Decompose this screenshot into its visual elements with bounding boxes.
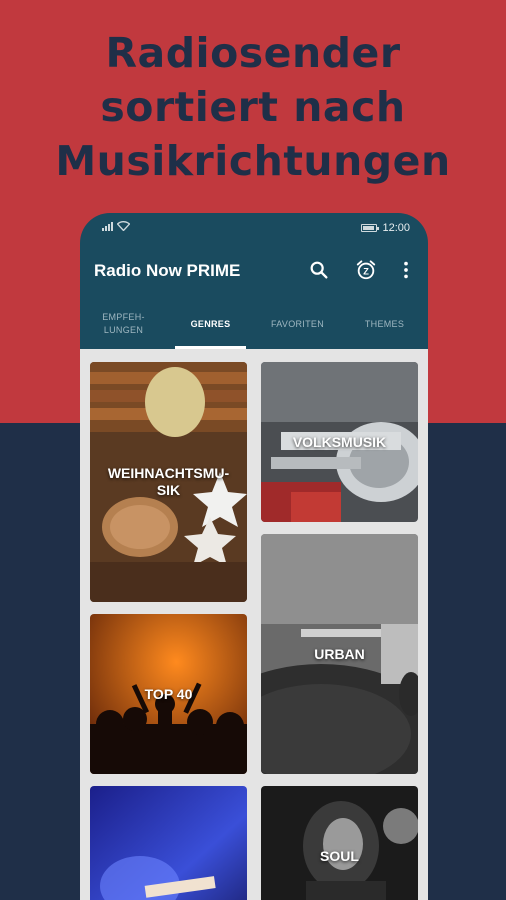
tab-empfehlungen[interactable]: EMPFEH- LUNGEN bbox=[80, 299, 167, 349]
headline-line-1: Radiosender bbox=[105, 29, 401, 77]
genre-grid: WEIHNACHTSMU-SIK VOLKSMUSIK URBAN TOP 40… bbox=[80, 349, 428, 900]
headline-line-3: Musikrichtungen bbox=[55, 137, 451, 185]
genre-tile-top-40[interactable]: TOP 40 bbox=[90, 614, 247, 774]
singer-image bbox=[261, 786, 418, 900]
more-vert-icon[interactable] bbox=[395, 259, 417, 281]
genre-tile-soul[interactable]: SOUL bbox=[261, 786, 418, 900]
genre-label: VOLKSMUSIK bbox=[292, 433, 387, 450]
app-title: Radio Now PRIME bbox=[94, 261, 241, 280]
alarm-digit: Z bbox=[363, 267, 369, 277]
search-icon[interactable] bbox=[308, 259, 330, 281]
genre-tile-weihnachtsmusik[interactable]: WEIHNACHTSMU-SIK bbox=[90, 362, 247, 602]
tab-genres[interactable]: GENRES bbox=[167, 299, 254, 349]
status-time: 12:00 bbox=[382, 222, 410, 234]
tab-themes[interactable]: THEMES bbox=[341, 299, 428, 349]
genre-label: URBAN bbox=[314, 645, 365, 662]
blue-light-image bbox=[90, 786, 247, 900]
battery-icon bbox=[361, 224, 380, 232]
genre-tile-urban[interactable]: URBAN bbox=[261, 534, 418, 774]
genre-tile-blue[interactable] bbox=[90, 786, 247, 900]
genre-label: SOUL bbox=[320, 847, 359, 864]
phone-frame: 12:00 Radio Now PRIME Z EMPFEH- LUNGEN G… bbox=[80, 213, 428, 900]
alarm-timer-icon[interactable]: Z bbox=[355, 259, 377, 281]
app-bar: Radio Now PRIME Z bbox=[80, 243, 428, 299]
genre-label: TOP 40 bbox=[144, 685, 193, 702]
tab-bar: EMPFEH- LUNGEN GENRES FAVORITEN THEMES bbox=[80, 299, 428, 349]
tab-favoriten[interactable]: FAVORITEN bbox=[254, 299, 341, 349]
genre-tile-volksmusik[interactable]: VOLKSMUSIK bbox=[261, 362, 418, 522]
genre-label: WEIHNACHTSMU-SIK bbox=[107, 465, 230, 498]
signal-icon bbox=[102, 221, 113, 231]
headline-line-2: sortiert nach bbox=[100, 83, 406, 131]
promo-headline: Radiosender sortiert nach Musikrichtunge… bbox=[0, 26, 506, 188]
status-bar: 12:00 bbox=[80, 213, 428, 243]
wifi-icon bbox=[117, 221, 130, 231]
